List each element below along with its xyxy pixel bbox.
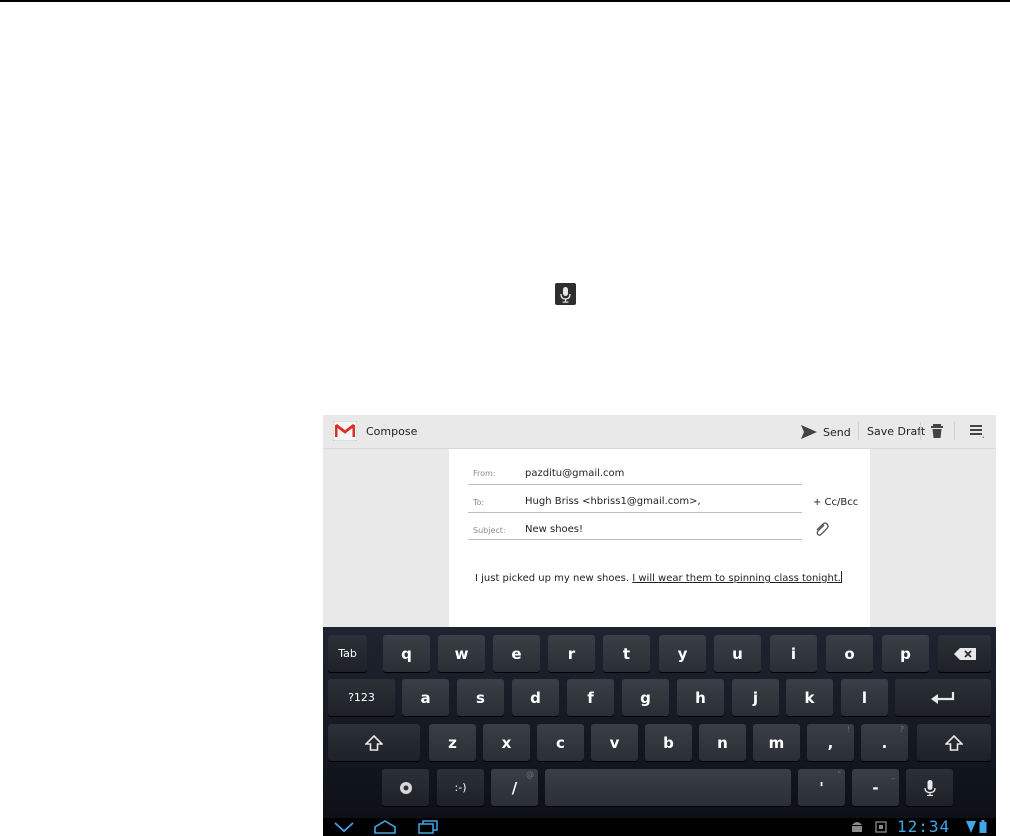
shift-key-right[interactable] xyxy=(917,724,991,761)
key-period-label: . xyxy=(881,733,888,752)
divider xyxy=(954,422,955,440)
from-field[interactable]: pazditu@gmail.com xyxy=(525,468,624,479)
status-clock: 12:34 xyxy=(897,817,951,836)
key-comma-label: , xyxy=(827,733,834,752)
key-i[interactable]: i xyxy=(770,635,817,672)
key-slash-label: / xyxy=(511,778,518,797)
key-u[interactable]: u xyxy=(714,635,761,672)
page-title: Compose xyxy=(366,425,418,438)
key-e[interactable]: e xyxy=(493,635,540,672)
storage-icon xyxy=(875,821,887,833)
key-slash-hint: @ xyxy=(526,770,534,779)
shift-icon xyxy=(945,734,963,751)
message-body[interactable]: I just picked up my new shoes. I will we… xyxy=(475,571,842,584)
key-apostrophe[interactable]: ' " xyxy=(798,769,845,806)
system-bar: 12:34 xyxy=(323,817,996,836)
subject-field[interactable]: New shoes! xyxy=(525,524,583,535)
divider xyxy=(858,422,859,440)
menu-icon[interactable] xyxy=(968,424,984,438)
enter-icon xyxy=(931,691,955,704)
text-cursor xyxy=(840,571,842,583)
paperclip-icon[interactable] xyxy=(813,521,829,537)
key-slash[interactable]: / @ xyxy=(491,769,538,806)
key-h[interactable]: h xyxy=(677,679,724,716)
divider xyxy=(468,484,802,485)
key-dash-label: - xyxy=(872,778,879,797)
key-z[interactable]: z xyxy=(429,724,476,761)
key-t[interactable]: t xyxy=(603,635,650,672)
key-v[interactable]: v xyxy=(591,724,638,761)
android-icon xyxy=(852,822,862,832)
key-m[interactable]: m xyxy=(753,724,800,761)
key-dash-hint: _ xyxy=(891,770,895,779)
key-b[interactable]: b xyxy=(645,724,692,761)
key-d[interactable]: d xyxy=(512,679,559,716)
key-comma[interactable]: , ! xyxy=(807,724,854,761)
action-bar: Compose Send Save Draft xyxy=(323,415,996,449)
on-screen-keyboard: Tab q w e r t y u i o p ?123 a s d f g h… xyxy=(323,627,996,818)
tablet-screen: Compose Send Save Draft From: pazditu@gm… xyxy=(323,415,996,836)
battery-icon xyxy=(979,820,987,833)
key-g[interactable]: g xyxy=(622,679,669,716)
divider xyxy=(920,422,921,440)
voice-input-key[interactable] xyxy=(906,769,953,806)
shift-key-left[interactable] xyxy=(328,724,420,761)
compose-form: From: pazditu@gmail.com To: Hugh Briss <… xyxy=(449,449,870,627)
key-r[interactable]: r xyxy=(548,635,595,672)
keyboard-settings-key[interactable] xyxy=(382,769,429,806)
key-x[interactable]: x xyxy=(483,724,530,761)
key-q[interactable]: q xyxy=(383,635,430,672)
body-typed-text: I just picked up my new shoes. xyxy=(475,573,633,584)
key-f[interactable]: f xyxy=(567,679,614,716)
key-k[interactable]: k xyxy=(786,679,833,716)
send-button[interactable]: Send xyxy=(801,421,851,443)
save-draft-button[interactable]: Save Draft xyxy=(867,425,925,438)
key-period-hint: ? xyxy=(899,725,904,734)
to-label: To: xyxy=(473,498,485,507)
key-w[interactable]: w xyxy=(438,635,485,672)
shift-icon xyxy=(365,734,383,751)
microphone-icon xyxy=(923,779,936,796)
cc-bcc-button[interactable]: + Cc/Bcc xyxy=(813,497,858,508)
key-n[interactable]: n xyxy=(699,724,746,761)
wifi-icon xyxy=(966,821,976,833)
send-icon xyxy=(801,425,817,439)
home-icon[interactable] xyxy=(373,820,397,834)
key-dash[interactable]: - _ xyxy=(852,769,899,806)
symbols-key[interactable]: ?123 xyxy=(328,679,395,716)
to-field[interactable]: Hugh Briss <hbriss1@gmail.com>, xyxy=(525,496,701,507)
key-y[interactable]: y xyxy=(659,635,706,672)
gmail-logo-icon[interactable] xyxy=(333,421,357,441)
key-j[interactable]: j xyxy=(732,679,779,716)
from-label: From: xyxy=(473,469,496,478)
enter-key[interactable] xyxy=(895,679,991,716)
key-comma-hint: ! xyxy=(846,725,850,734)
keyboard-settings-icon xyxy=(399,781,412,794)
key-o[interactable]: o xyxy=(826,635,873,672)
divider xyxy=(468,512,802,513)
backspace-key[interactable] xyxy=(938,635,991,672)
recent-apps-icon[interactable] xyxy=(417,820,439,834)
backspace-icon xyxy=(953,647,976,660)
space-key[interactable] xyxy=(545,769,791,806)
subject-label: Subject: xyxy=(473,526,506,535)
key-apostrophe-label: ' xyxy=(819,778,824,797)
tab-key[interactable]: Tab xyxy=(328,635,367,672)
trash-icon[interactable] xyxy=(930,423,944,439)
divider xyxy=(468,539,802,540)
key-period[interactable]: . ? xyxy=(861,724,908,761)
send-label: Send xyxy=(823,425,851,439)
back-icon[interactable] xyxy=(333,820,355,834)
key-p[interactable]: p xyxy=(882,635,929,672)
key-s[interactable]: s xyxy=(457,679,504,716)
key-l[interactable]: l xyxy=(841,679,888,716)
microphone-icon[interactable] xyxy=(555,283,576,305)
body-suggestion-text: I will wear them to spinning class tonig… xyxy=(632,573,841,584)
key-apostrophe-hint: " xyxy=(837,770,841,779)
key-c[interactable]: c xyxy=(537,724,584,761)
emoticon-key[interactable]: :-) xyxy=(437,769,484,806)
top-border xyxy=(0,0,1010,2)
key-a[interactable]: a xyxy=(402,679,449,716)
